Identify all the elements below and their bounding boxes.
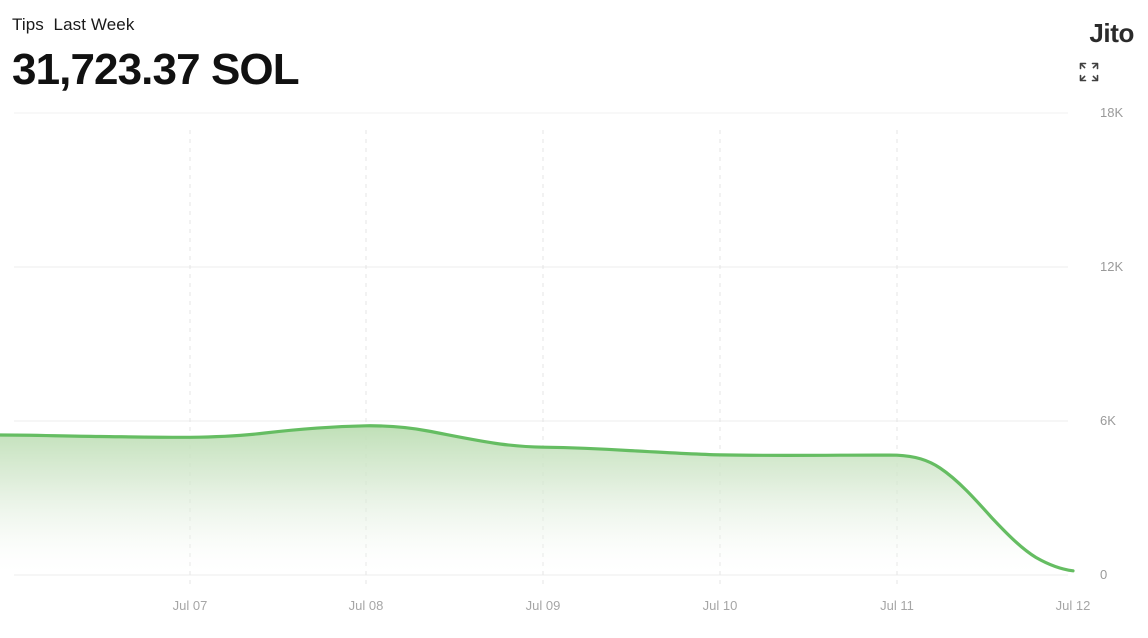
area-fill bbox=[0, 425, 1073, 575]
x-tick-label: Jul 08 bbox=[348, 598, 384, 613]
y-tick-label: 18K bbox=[1100, 105, 1124, 120]
x-tick-label: Jul 10 bbox=[702, 598, 738, 613]
x-tick-label: Jul 09 bbox=[525, 598, 561, 613]
chart-header: Tips Last Week 31,723.37 SOL bbox=[12, 14, 300, 98]
x-tick-label: Jul 11 bbox=[880, 598, 914, 613]
x-tick-label: Jul 07 bbox=[172, 598, 208, 613]
y-tick-label: 12K bbox=[1100, 259, 1124, 274]
page-title: Tips Last Week bbox=[12, 15, 135, 34]
y-tick-label: 6K bbox=[1100, 413, 1116, 428]
x-axis: Jul 07 Jul 08 Jul 09 Jul 10 Jul 11 Jul 1… bbox=[0, 598, 1148, 622]
data-line bbox=[0, 424, 1075, 573]
vertical-gridlines bbox=[189, 130, 898, 588]
y-tick-label: 0 bbox=[1100, 567, 1108, 582]
metric-value: 31,723.37 SOL bbox=[12, 45, 300, 94]
horizontal-gridlines bbox=[14, 112, 1068, 576]
y-axis: 18K 12K 6K 0 bbox=[1078, 0, 1148, 638]
tips-chart-widget: Tips Last Week 31,723.37 SOL Jito 18K 12… bbox=[0, 0, 1148, 638]
x-tick-label: Jul 12 bbox=[1055, 598, 1091, 613]
